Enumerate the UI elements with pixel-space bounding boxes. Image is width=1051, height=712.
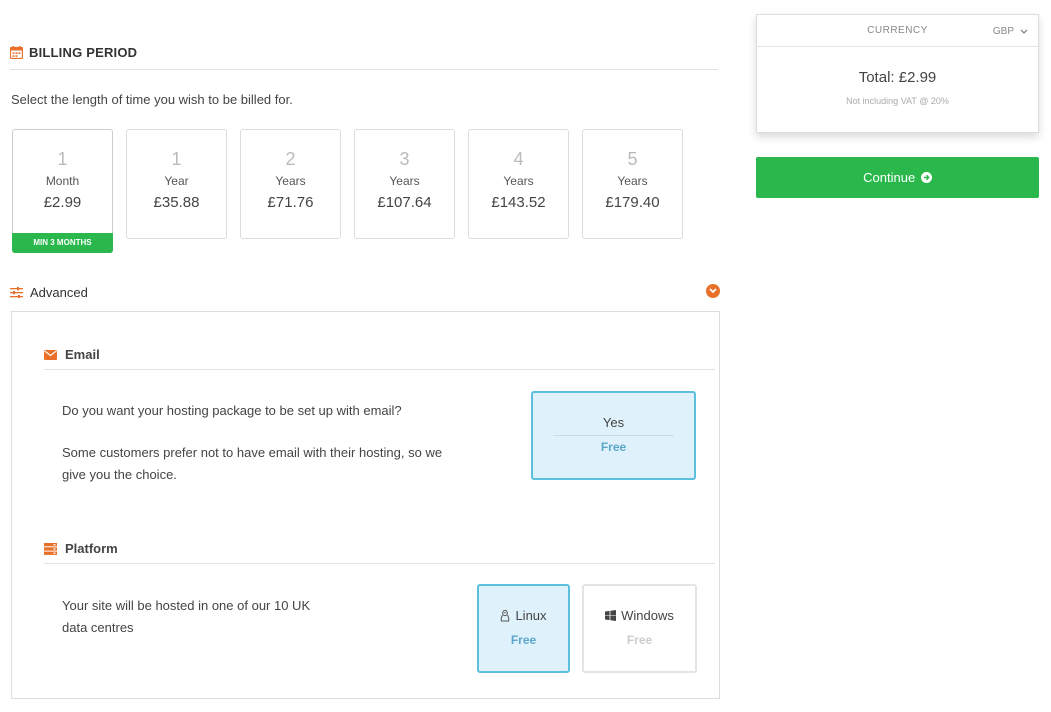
period-number: 1 [171,149,182,169]
platform-desc-line1: Your site will be hosted in one of our 1… [62,598,311,613]
platform-windows-option[interactable]: Windows Free [582,584,697,673]
period-option-3-years[interactable]: 3 Years £107.64 [354,129,455,239]
period-price: £71.76 [267,194,314,211]
min-term-badge: MIN 3 MONTHS [12,233,113,253]
period-option-5-years[interactable]: 5 Years £179.40 [582,129,683,239]
period-number: 2 [285,149,296,169]
order-total: Total: £2.99 [858,69,937,86]
period-number: 4 [513,149,524,169]
option-label-row: Windows [584,608,695,623]
email-header: Email [44,340,715,370]
period-option-4-years[interactable]: 4 Years £143.52 [468,129,569,239]
windows-icon [605,610,617,621]
option-fee: Free [510,633,537,647]
calendar-icon [10,46,23,59]
option-fee: Free [600,440,627,454]
advanced-panel: Email Do you want your hosting package t… [11,311,720,699]
period-number: 5 [627,149,638,169]
continue-button[interactable]: Continue [756,157,1039,198]
option-label-row: Linux [479,608,568,623]
option-label: Windows [621,608,674,623]
email-title: Email [65,347,100,362]
billing-period-options: 1 Month £2.99 MIN 3 MONTHS 1 Year £35.88… [12,129,683,253]
chevron-down-icon[interactable] [706,284,720,298]
order-summary: CURRENCY GBP Total: £2.99 Not including … [756,14,1039,133]
period-option-2-years[interactable]: 2 Years £71.76 [240,129,341,239]
option-divider [553,435,674,436]
period-unit: Month [45,174,80,188]
period-unit: Years [617,174,648,188]
currency-select[interactable]: GBP [993,26,1028,37]
billing-period-title: BILLING PERIOD [29,45,138,60]
server-icon [44,542,57,555]
option-label: Yes [602,415,625,430]
period-price: £179.40 [605,194,660,211]
envelope-icon [44,349,57,360]
linux-icon [501,609,510,621]
period-number: 3 [399,149,410,169]
option-fee: Free [626,633,653,647]
period-unit: Years [389,174,420,188]
email-yes-option[interactable]: Yes Free [531,391,696,480]
period-option-1-year[interactable]: 1 Year £35.88 [126,129,227,239]
platform-desc-line2: data centres [62,620,134,635]
period-option-1-month[interactable]: 1 Month £2.99 MIN 3 MONTHS [12,129,113,253]
period-price: £35.88 [153,194,200,211]
period-number: 1 [57,149,68,169]
period-unit: Years [503,174,534,188]
continue-label: Continue [863,170,916,185]
advanced-title: Advanced [30,284,88,300]
platform-linux-option[interactable]: Linux Free [477,584,570,673]
email-note-line2: give you the choice. [62,467,177,482]
sliders-icon [10,286,23,298]
email-question: Do you want your hosting package to be s… [62,403,402,418]
period-price: £107.64 [377,194,432,211]
vat-note: Not including VAT @ 20% [846,96,949,106]
period-unit: Year [164,174,189,188]
currency-value: GBP [992,26,1014,37]
email-note-line1: Some customers prefer not to have email … [62,445,443,460]
chevron-down-icon [1020,29,1028,34]
period-price: £143.52 [491,194,546,211]
currency-row: CURRENCY GBP [757,15,1038,47]
billing-lead-text: Select the length of time you wish to be… [11,92,293,107]
platform-title: Platform [65,541,118,556]
arrow-circle-right-icon [920,172,932,183]
platform-header: Platform [44,534,715,564]
period-price: £2.99 [43,194,82,211]
option-label: Linux [515,608,547,623]
advanced-header[interactable]: Advanced [10,283,720,301]
billing-period-header: BILLING PERIOD [10,36,718,70]
period-unit: Years [275,174,306,188]
